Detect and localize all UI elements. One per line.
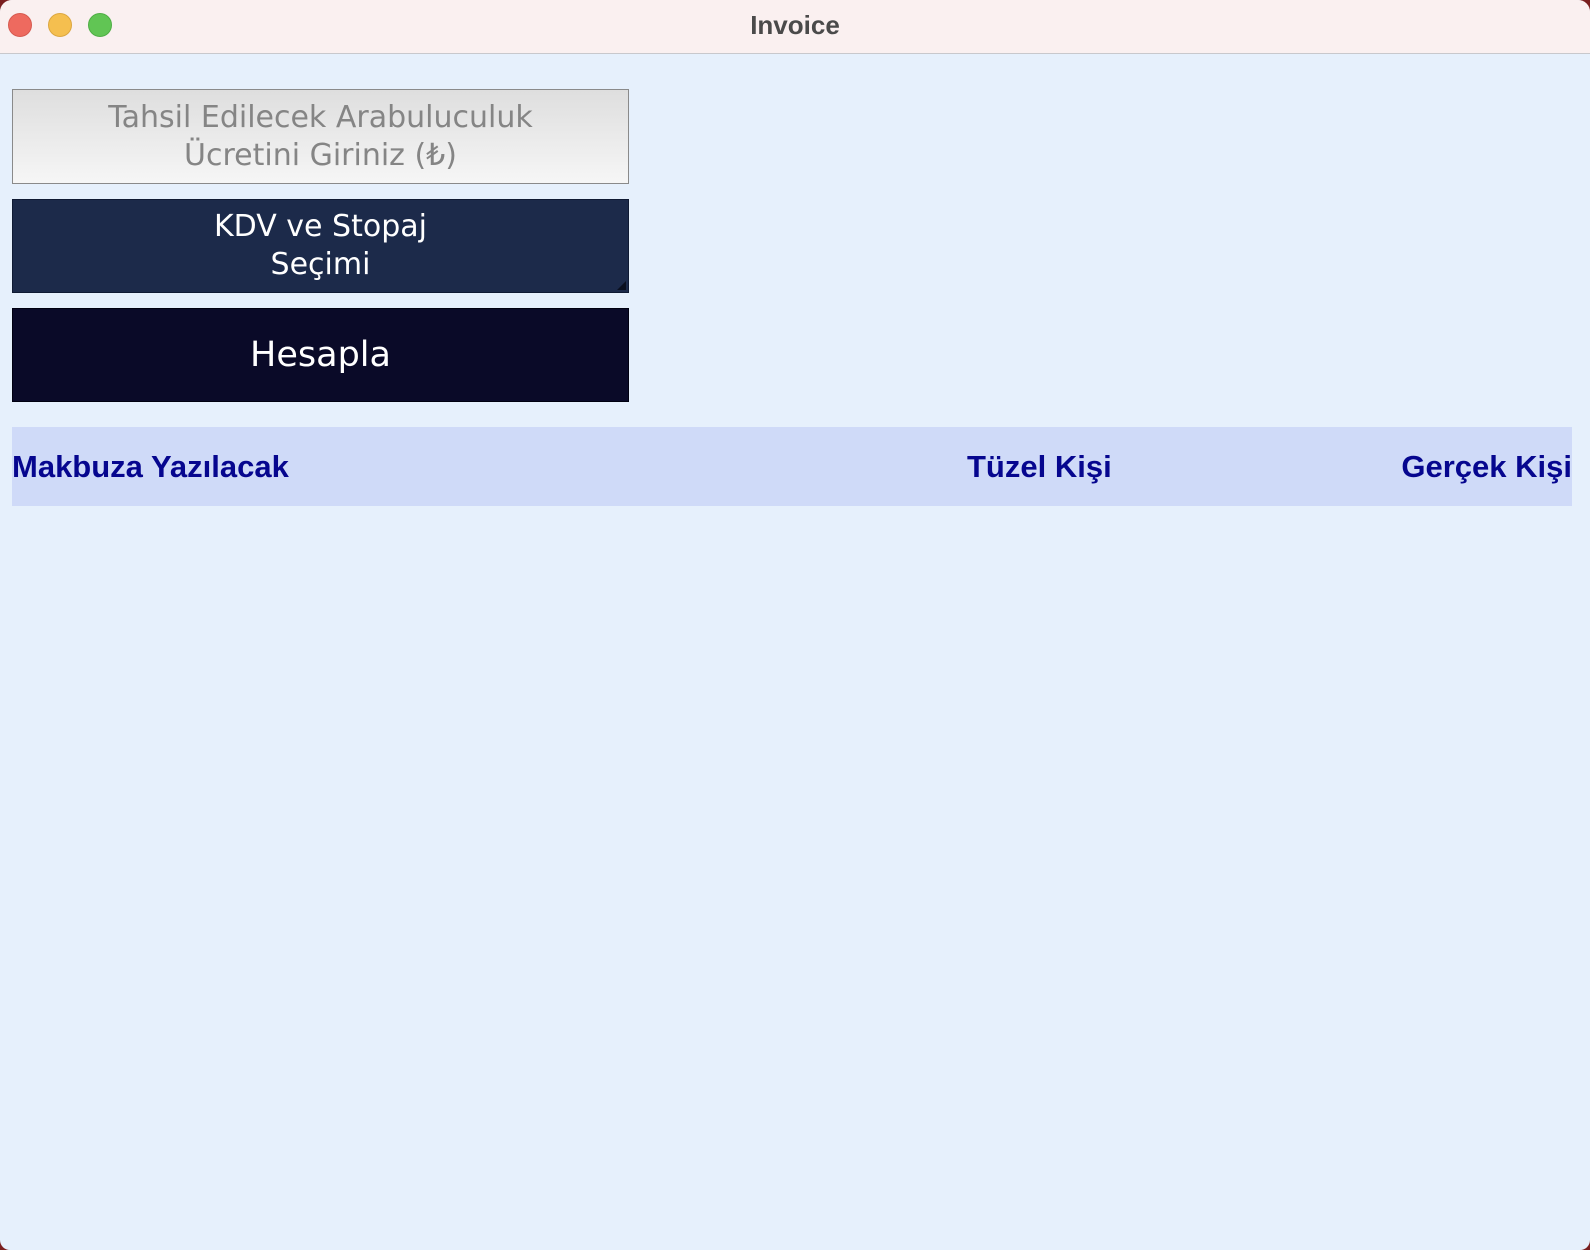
results-header: Makbuza Yazılacak Tüzel Kişi Gerçek Kişi — [12, 427, 1572, 506]
column-header-legal-entity: Tüzel Kişi — [967, 449, 1112, 484]
calculate-button-label: Hesapla — [250, 335, 391, 375]
app-window: Invoice Tahsil Edilecek Arabuluculuk Ücr… — [0, 0, 1590, 1250]
window-title: Invoice — [750, 10, 840, 40]
kdv-stopaj-select-label: KDV ve Stopaj Seçimi — [214, 209, 427, 282]
title-bar: Invoice — [0, 0, 1590, 54]
mediation-fee-input[interactable]: Tahsil Edilecek Arabuluculuk Ücretini Gi… — [12, 89, 629, 184]
column-header-natural-person: Gerçek Kişi — [1401, 449, 1572, 484]
kdv-stopaj-select-button[interactable]: KDV ve Stopaj Seçimi — [12, 199, 629, 293]
dropdown-corner-icon — [617, 281, 626, 290]
main-content: Tahsil Edilecek Arabuluculuk Ücretini Gi… — [0, 54, 1590, 1250]
calculate-button[interactable]: Hesapla — [12, 308, 629, 402]
column-header-receipt: Makbuza Yazılacak — [12, 449, 289, 484]
mediation-fee-placeholder: Tahsil Edilecek Arabuluculuk Ücretini Gi… — [108, 99, 533, 173]
